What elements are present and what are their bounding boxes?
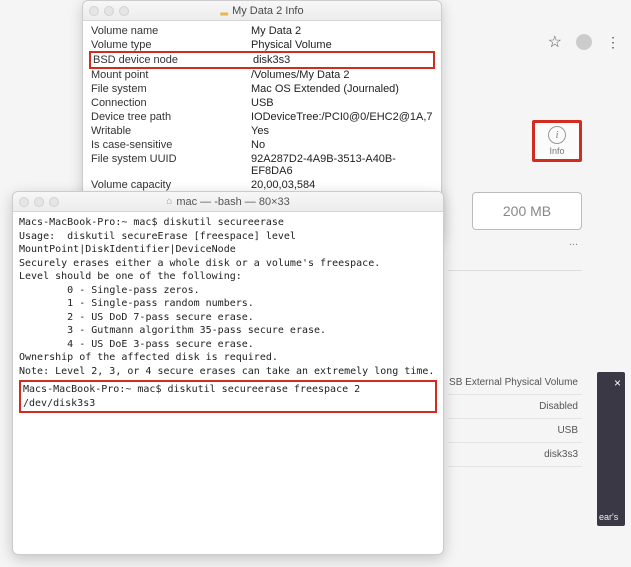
info-value: My Data 2 <box>251 25 433 37</box>
close-icon[interactable]: × <box>614 376 621 390</box>
disk-info-row: Disabled <box>448 395 582 419</box>
terminal-line: Ownership of the affected disk is requir… <box>19 351 437 365</box>
terminal-window: ⌂ mac — -bash — 80×33 Macs-MacBook-Pro:~… <box>12 191 444 555</box>
info-row: Volume typePhysical Volume <box>91 38 433 52</box>
info-value: IODeviceTree:/PCI0@0/EHC2@1A,7 <box>251 111 433 123</box>
info-label: Is case-sensitive <box>91 139 251 151</box>
info-row: Volume capacity20,00,03,584 <box>91 178 433 192</box>
terminal-line: 2 - US DoD 7-pass secure erase. <box>19 311 437 325</box>
info-label: Connection <box>91 97 251 109</box>
info-window-titlebar[interactable]: ▂ My Data 2 Info <box>83 1 441 21</box>
info-row: File system UUID92A287D2-4A9B-3513-A40B-… <box>91 152 433 178</box>
info-value: Yes <box>251 125 433 137</box>
info-row: WritableYes <box>91 124 433 138</box>
info-window-title: My Data 2 Info <box>232 5 304 17</box>
partition-size-button[interactable]: 200 MB <box>472 192 582 230</box>
info-label: File system <box>91 83 251 95</box>
info-label: Volume type <box>91 39 251 51</box>
promo-caption: ear's <box>599 512 618 522</box>
info-label: Volume capacity <box>91 179 251 191</box>
terminal-line: 3 - Gutmann algorithm 35-pass secure era… <box>19 324 437 338</box>
info-label: File system UUID <box>91 153 251 177</box>
disk-icon: ▂ <box>220 5 228 16</box>
info-label: Writable <box>91 125 251 137</box>
info-value: disk3s3 <box>253 54 431 66</box>
disk-utility-panel: i Info 200 MB ... SB External Physical V… <box>448 120 582 467</box>
info-value: 20,00,03,584 <box>251 179 433 191</box>
terminal-line: Note: Level 2, 3, or 4 secure erases can… <box>19 365 437 379</box>
info-label: Device tree path <box>91 111 251 123</box>
terminal-line: 4 - US DoE 3-pass secure erase. <box>19 338 437 352</box>
terminal-line: Level should be one of the following: <box>19 270 437 284</box>
info-row: Volume nameMy Data 2 <box>91 24 433 38</box>
info-button[interactable]: i Info <box>532 120 582 162</box>
terminal-title: mac — -bash — 80×33 <box>176 196 289 208</box>
info-label: Volume name <box>91 25 251 37</box>
info-value: Mac OS Extended (Journaled) <box>251 83 433 95</box>
terminal-line: 0 - Single-pass zeros. <box>19 284 437 298</box>
disk-info-row: disk3s3 <box>448 443 582 467</box>
terminal-line: Macs-MacBook-Pro:~ mac$ diskutil securee… <box>19 216 437 230</box>
browser-menu-icon[interactable]: ⋮ <box>606 34 621 51</box>
bookmark-star-icon[interactable]: ☆ <box>548 32 562 52</box>
info-row: BSD device nodedisk3s3 <box>89 51 435 69</box>
divider <box>448 270 582 271</box>
info-value: No <box>251 139 433 151</box>
info-row: Mount point/Volumes/My Data 2 <box>91 68 433 82</box>
promo-tile: × ear's <box>597 372 625 526</box>
info-value: 92A287D2-4A9B-3513-A40B-EF8DA6 <box>251 153 433 177</box>
disk-info-row: SB External Physical Volume <box>448 371 582 395</box>
info-row: ConnectionUSB <box>91 96 433 110</box>
info-row: Device tree pathIODeviceTree:/PCI0@0/EHC… <box>91 110 433 124</box>
disk-info-table: SB External Physical Volume Disabled USB… <box>448 371 582 467</box>
disk-info-row: USB <box>448 419 582 443</box>
info-row: File systemMac OS Extended (Journaled) <box>91 82 433 96</box>
info-value: Physical Volume <box>251 39 433 51</box>
info-label: Mount point <box>91 69 251 81</box>
info-button-label: Info <box>549 146 564 156</box>
info-icon: i <box>548 126 566 144</box>
terminal-body[interactable]: Macs-MacBook-Pro:~ mac$ diskutil securee… <box>13 212 443 417</box>
info-value: /Volumes/My Data 2 <box>251 69 433 81</box>
profile-avatar-icon[interactable] <box>576 34 592 50</box>
ellipsis-text: ... <box>448 236 582 248</box>
terminal-titlebar[interactable]: ⌂ mac — -bash — 80×33 <box>13 192 443 212</box>
info-row: Is case-sensitiveNo <box>91 138 433 152</box>
terminal-line: Securely erases either a whole disk or a… <box>19 257 437 271</box>
info-label: BSD device node <box>93 54 253 66</box>
terminal-line: Usage: diskutil secureErase [freespace] … <box>19 230 437 257</box>
terminal-highlighted-command: Macs-MacBook-Pro:~ mac$ diskutil securee… <box>19 380 437 413</box>
terminal-line: 1 - Single-pass random numbers. <box>19 297 437 311</box>
info-value: USB <box>251 97 433 109</box>
home-icon: ⌂ <box>166 196 172 207</box>
